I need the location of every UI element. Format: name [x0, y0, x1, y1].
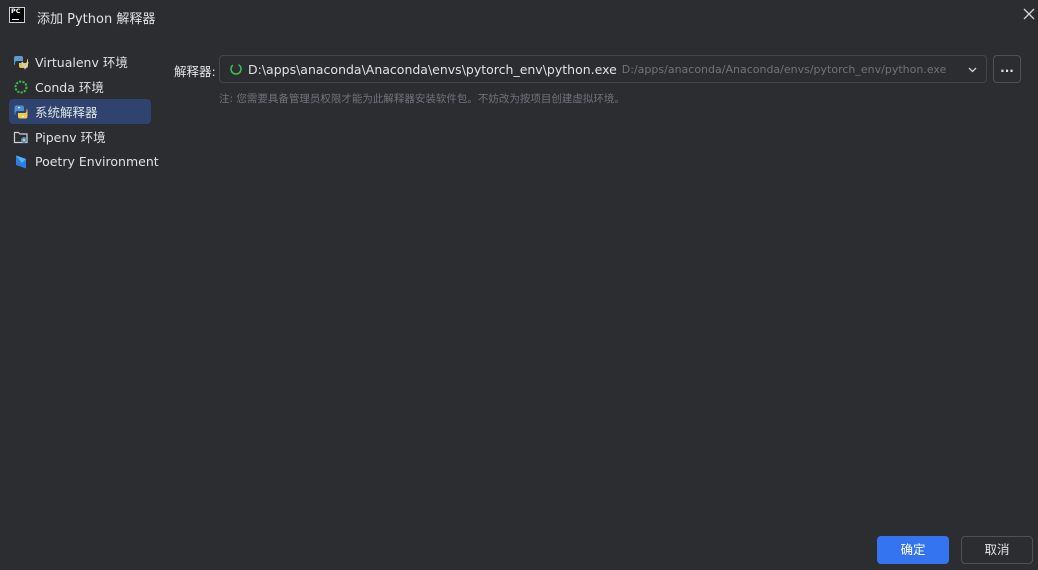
window-title: 添加 Python 解释器 — [37, 12, 156, 27]
close-icon — [1023, 8, 1035, 20]
sidebar-item-label: Conda 环境 — [35, 80, 104, 95]
interpreter-label: 解释器: — [174, 64, 216, 79]
sidebar-item-label: 系统解释器 — [35, 105, 98, 120]
chevron-down-icon — [968, 67, 977, 73]
sidebar-item-system-interpreter[interactable]: 系统解释器 — [9, 99, 151, 124]
pycharm-icon-text: PC — [11, 7, 21, 15]
cancel-button[interactable]: 取消 — [961, 536, 1033, 564]
pycharm-icon: PC — [9, 7, 25, 23]
sidebar-item-label: Pipenv 环境 — [35, 130, 106, 145]
ok-button[interactable]: 确定 — [877, 536, 949, 564]
interpreter-select[interactable]: D:\apps\anaconda\Anaconda\envs\pytorch_e… — [219, 55, 987, 83]
conda-icon — [13, 79, 29, 95]
interpreter-path: D:\apps\anaconda\Anaconda\envs\pytorch_e… — [248, 61, 617, 77]
interpreter-path-secondary: D:/apps/anaconda/Anaconda/envs/pytorch_e… — [621, 62, 947, 76]
sidebar-item-conda[interactable]: Conda 环境 — [9, 74, 151, 99]
browse-button[interactable]: ... — [993, 55, 1021, 83]
loading-spinner-icon — [230, 63, 242, 75]
sidebar-item-poetry[interactable]: Poetry Environment — [9, 149, 159, 174]
python-icon — [13, 104, 29, 120]
admin-note: 注: 您需要具备管理员权限才能为此解释器安装软件包。不妨改为按项目创建虚拟环境。 — [219, 93, 625, 105]
sidebar-item-label: Poetry Environment — [35, 154, 159, 169]
poetry-icon — [13, 154, 29, 170]
virtualenv-icon — [13, 54, 29, 70]
title-bar: PC 添加 Python 解释器 — [0, 0, 1038, 34]
sidebar-item-virtualenv[interactable]: Virtualenv 环境 — [9, 49, 151, 74]
sidebar-item-label: Virtualenv 环境 — [35, 55, 128, 70]
interpreter-type-list: Virtualenv 环境 Conda 环境 系统解释器 Pipenv 环境 P… — [9, 49, 159, 174]
close-button[interactable] — [1021, 6, 1037, 22]
sidebar-item-pipenv[interactable]: Pipenv 环境 — [9, 124, 151, 149]
pipenv-icon — [13, 129, 29, 145]
